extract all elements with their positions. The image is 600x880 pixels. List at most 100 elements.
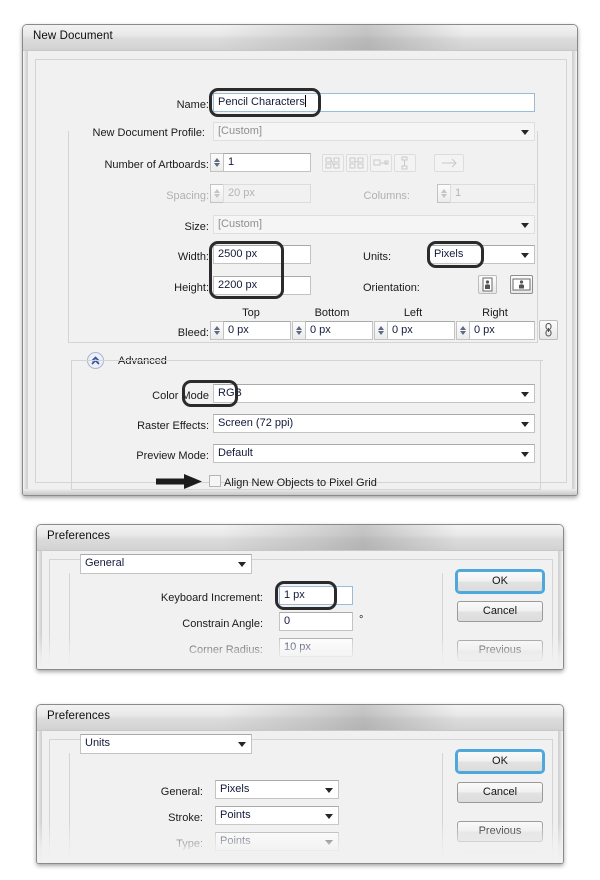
landscape-orientation-icon[interactable] <box>510 275 533 294</box>
stepper-down-icon[interactable] <box>460 331 466 335</box>
ok-button[interactable]: OK <box>455 749 545 774</box>
artboards-value: 1 <box>228 156 235 168</box>
chevron-down-icon <box>521 392 529 397</box>
bleed-right-value: 0 px <box>474 324 495 336</box>
preference-category-combo[interactable]: Units <box>80 734 252 754</box>
keyboard-increment-input[interactable]: 1 px <box>279 586 353 605</box>
bleed-top-input[interactable]: 0 px <box>223 321 291 340</box>
raster-effects-combo[interactable]: Screen (72 ppi) <box>213 414 535 433</box>
columns-value: 1 <box>455 187 462 199</box>
portrait-orientation-icon[interactable] <box>478 275 497 294</box>
units-asian-type-combo[interactable]: Points <box>215 858 339 863</box>
bleed-top-header: Top <box>242 307 260 319</box>
flow-direction-arrow-icon[interactable] <box>434 154 464 172</box>
keyboard-increment-value: 1 px <box>284 589 305 601</box>
chain-link-glyph <box>545 323 552 337</box>
new-document-title: New Document <box>33 30 113 42</box>
constrain-angle-label: Constrain Angle: <box>182 618 263 630</box>
chevron-down-icon <box>238 562 246 567</box>
stepper-up-icon[interactable] <box>214 158 220 162</box>
previous-button[interactable]: Previous <box>457 821 543 842</box>
width-value: 2500 px <box>218 248 258 260</box>
name-input[interactable]: Pencil Characters <box>213 93 535 112</box>
previous-button[interactable]: Previous <box>457 640 543 661</box>
window-bevel-left <box>37 551 42 669</box>
units-type-combo[interactable]: Points <box>215 832 339 851</box>
bleed-left-stepper[interactable] <box>374 321 387 340</box>
window-bevel-left <box>23 51 28 495</box>
units-combo[interactable]: Pixels <box>429 245 535 264</box>
units-type-label: Type: <box>176 838 203 850</box>
next-button: Next <box>457 668 543 669</box>
stepper-up-icon[interactable] <box>378 326 384 330</box>
annotation-arrow-icon <box>156 474 202 489</box>
landscape-glyph <box>512 278 531 291</box>
corner-radius-value: 10 px <box>284 641 311 653</box>
units-stroke-combo[interactable]: Points <box>215 806 339 825</box>
units-label: Units: <box>363 251 392 263</box>
cancel-button[interactable]: Cancel <box>457 782 543 803</box>
bleed-top-value: 0 px <box>228 324 249 336</box>
artboards-stepper[interactable] <box>210 153 223 172</box>
height-label: Height: <box>174 282 209 294</box>
bleed-left-input[interactable]: 0 px <box>387 321 455 340</box>
size-combo[interactable]: [Custom] <box>213 215 535 234</box>
chevron-down-icon <box>521 422 529 427</box>
bleed-bottom-stepper[interactable] <box>292 321 305 340</box>
grid-by-column-icon[interactable] <box>346 154 368 172</box>
bleed-bottom-value: 0 px <box>310 324 331 336</box>
raster-effects-label: Raster Effects: <box>137 420 209 432</box>
keyboard-increment-label: Keyboard Increment: <box>160 592 263 604</box>
constrain-angle-input[interactable]: 0 <box>279 612 353 631</box>
width-input[interactable]: 2500 px <box>213 245 311 264</box>
arrange-by-row-icon[interactable] <box>370 154 392 172</box>
corner-radius-input[interactable]: 10 px <box>279 638 353 657</box>
window-bevel-right <box>572 51 577 495</box>
bleed-right-header: Right <box>482 307 508 319</box>
stepper-up-icon[interactable] <box>296 326 302 330</box>
color-mode-combo[interactable]: RGB <box>213 384 535 403</box>
align-pixel-grid-label: Align New Objects to Pixel Grid <box>224 477 377 489</box>
next-button: Next <box>457 852 543 863</box>
preferences-general-title: Preferences <box>47 530 111 542</box>
bleed-right-stepper[interactable] <box>456 321 469 340</box>
preference-category-combo[interactable]: General <box>80 554 252 574</box>
stepper-down-icon[interactable] <box>378 331 384 335</box>
units-general-combo[interactable]: Pixels <box>215 780 339 799</box>
bleed-top-stepper[interactable] <box>210 321 223 340</box>
preferences-units-dialog: Preferences Units General: Pixels Stroke… <box>36 704 564 864</box>
height-input[interactable]: 2200 px <box>213 276 311 295</box>
corner-radius-label: Corner Radius: <box>189 644 263 656</box>
bleed-right-input[interactable]: 0 px <box>469 321 535 340</box>
preview-mode-combo[interactable]: Default <box>213 444 535 463</box>
profile-label: New Document Profile: <box>73 126 208 140</box>
bleed-link-chain-icon[interactable] <box>539 320 558 340</box>
cancel-button[interactable]: Cancel <box>457 601 543 622</box>
stepper-down-icon[interactable] <box>214 331 220 335</box>
orientation-label: Orientation: <box>363 282 420 294</box>
artboards-input[interactable]: 1 <box>223 153 311 172</box>
arrange-by-column-icon[interactable] <box>394 154 416 172</box>
raster-effects-value: Screen (72 ppi) <box>218 417 294 429</box>
stepper-up-icon[interactable] <box>460 326 466 330</box>
grid-by-row-icon[interactable] <box>322 154 344 172</box>
height-value: 2200 px <box>218 279 258 291</box>
bleed-label: Bleed: <box>177 327 209 339</box>
units-combo-value: Pixels <box>434 248 464 260</box>
preference-category-value: General <box>85 557 125 569</box>
color-mode-value: RGB <box>218 387 242 399</box>
width-label: Width: <box>177 251 209 263</box>
units-type-value: Points <box>220 835 251 847</box>
stepper-up-icon[interactable] <box>214 326 220 330</box>
stepper-down-icon[interactable] <box>214 163 220 167</box>
new-document-dialog: New Document Name: Pencil Characters New… <box>22 24 578 496</box>
stepper-down-icon[interactable] <box>296 331 302 335</box>
bleed-bottom-input[interactable]: 0 px <box>305 321 373 340</box>
section-divider <box>82 666 432 667</box>
profile-combo[interactable]: [Custom] <box>213 122 535 141</box>
preview-mode-label: Preview Mode: <box>136 450 209 462</box>
align-pixel-grid-checkbox[interactable] <box>209 475 221 487</box>
window-bevel-right <box>558 731 563 863</box>
ok-button[interactable]: OK <box>455 569 545 594</box>
bleed-bottom-header: Bottom <box>314 307 350 319</box>
